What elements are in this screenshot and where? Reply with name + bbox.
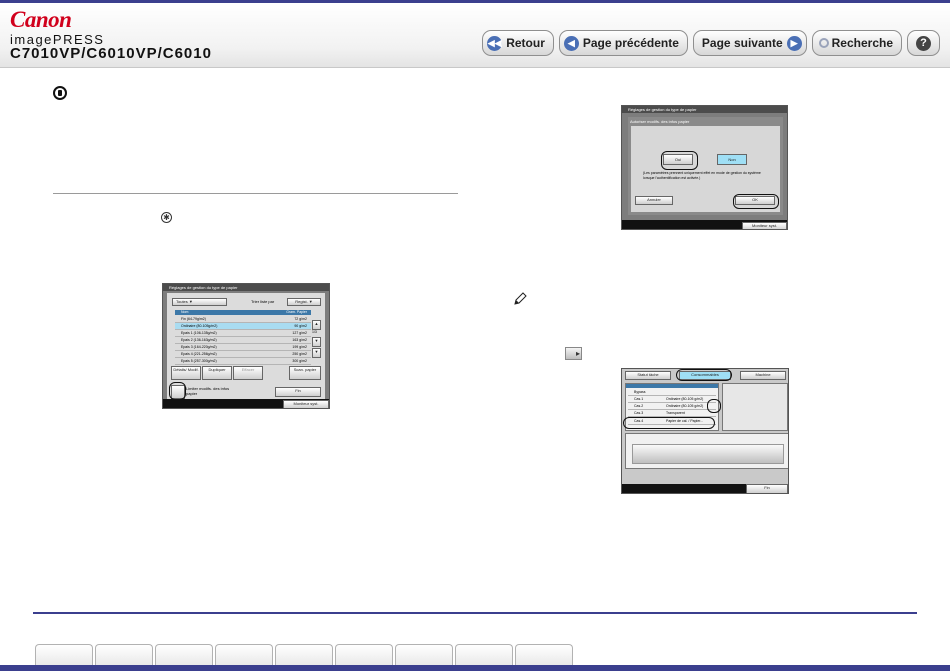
paper-type-list-screenshot: Réglages de gestion du type de papier To…	[162, 283, 330, 409]
help-icon: ?	[916, 35, 931, 51]
scroll-down-button[interactable]: ▼	[312, 337, 321, 347]
arrow-right-icon: ▶	[786, 35, 802, 51]
list-item[interactable]: Epais 5 (257-300g/m2) 300 g/m2	[175, 358, 311, 365]
restrict-edit-label: Limiter modifs. des infos papier	[186, 386, 230, 396]
details-edit-button[interactable]: Détails/ Modif.	[171, 366, 201, 380]
machine-illustration	[625, 433, 788, 469]
dialog-subtitle: Autoriser modifs. des infos papier	[630, 119, 690, 124]
help-button[interactable]: ?	[907, 30, 940, 56]
navigation-bar: ◀◀ Retour ◀ Page précédente Page suivant…	[482, 30, 940, 56]
brand-block: Canon imagePRESS C7010VP/C6010VP/C6010	[10, 7, 212, 62]
search-button[interactable]: Recherche	[811, 30, 902, 56]
levels-panel	[722, 383, 788, 431]
tab-job-status[interactable]: Statut tâche	[625, 371, 671, 380]
duplicate-button[interactable]: Dupliquer	[202, 366, 232, 380]
callout-consumables	[676, 369, 732, 381]
next-page-label: Page suivante	[701, 36, 783, 50]
allow-changes-screenshot: Réglages de gestion du type de papier Au…	[621, 105, 788, 230]
filter-dropdown[interactable]: Toutes ▼	[172, 298, 227, 306]
system-monitor-icon: ▸	[565, 347, 582, 360]
previous-page-button[interactable]: ◀ Page précédente	[558, 30, 688, 56]
cancel-button[interactable]: Annuler	[635, 196, 673, 205]
previous-page-label: Page précédente	[582, 36, 679, 50]
canon-logo: Canon	[10, 7, 72, 32]
sort-value: Regist.	[295, 299, 308, 304]
list-item[interactable]: Cas.2 Ordinaire (80-105 g/m2)	[628, 403, 716, 410]
screen-title: Réglages de gestion du type de papier	[622, 106, 787, 113]
consumables-screenshot: Statut tâche Consommables Machine Bypass…	[621, 368, 789, 494]
callout-yes	[661, 151, 698, 170]
sort-label: Trier liste par	[251, 299, 275, 304]
done-button[interactable]: Fin	[746, 484, 788, 493]
bottom-band	[0, 665, 950, 671]
done-button[interactable]: Fin	[275, 387, 321, 397]
list-item[interactable]: Bypass	[628, 389, 716, 396]
callout-scroll	[707, 399, 721, 413]
delete-button[interactable]: Effacer	[233, 366, 263, 380]
list-item[interactable]: Epais 2 (136-163g/m2) 163 g/m2	[175, 337, 311, 344]
column-grammage: Gram. Papier	[286, 310, 307, 314]
list-header: Nom Gram. Papier	[175, 310, 311, 315]
search-label: Recherche	[831, 36, 893, 50]
scroll-bottom-button[interactable]: ▼	[312, 348, 321, 358]
scan-paper-button[interactable]: Scan. papier	[289, 366, 321, 380]
callout-circle	[169, 382, 186, 400]
footer-divider	[33, 612, 917, 614]
no-button[interactable]: Non	[717, 154, 747, 165]
section-divider	[53, 193, 458, 194]
list-item[interactable]: Cas.3 Transparent	[628, 410, 716, 417]
additional-functions-icon: ✱	[161, 212, 172, 223]
magnifier-icon	[818, 38, 829, 48]
pencil-icon	[514, 292, 527, 305]
system-monitor-button[interactable]: Moniteur syst.	[742, 222, 787, 229]
note-text: (Les paramètres prennent uniquement effe…	[643, 171, 761, 180]
list-item[interactable]: Epais 3 (164-220g/m2) 199 g/m2	[175, 344, 311, 351]
header: Canon imagePRESS C7010VP/C6010VP/C6010 ◀…	[0, 3, 950, 68]
important-icon	[53, 86, 67, 100]
callout-ok	[733, 194, 779, 209]
callout-tray	[623, 417, 715, 429]
source-header	[626, 384, 718, 388]
next-page-button[interactable]: Page suivante ▶	[692, 30, 807, 56]
list-item[interactable]: Epais 4 (221-256g/m2) 250 g/m2	[175, 351, 311, 358]
list-item[interactable]: Epais 1 (106-135g/m2) 127 g/m2	[175, 330, 311, 337]
arrow-left-icon: ◀	[563, 35, 579, 51]
list-item[interactable]: Cas.1 Ordinaire (80-105 g/m2)	[628, 396, 716, 403]
sort-dropdown[interactable]: Regist. ▼	[287, 298, 321, 306]
rewind-icon: ◀◀	[487, 35, 503, 51]
page-indicator: 1/3	[312, 330, 317, 334]
tab-device[interactable]: Machine	[740, 371, 786, 380]
screen-panel: Toutes ▼ Trier liste par Regist. ▼ Nom G…	[167, 293, 325, 400]
system-monitor-button[interactable]: Moniteur syst.	[283, 400, 329, 408]
back-label: Retour	[506, 36, 545, 50]
list-item[interactable]: Fin (64-79g/m2) 72 g/m2	[175, 316, 311, 323]
model-names: C7010VP/C6010VP/C6010	[10, 45, 212, 62]
column-name: Nom	[181, 310, 189, 314]
filter-value: Toutes	[176, 299, 188, 304]
scroll-up-button[interactable]: ▲	[312, 320, 321, 330]
back-button[interactable]: ◀◀ Retour	[482, 30, 554, 56]
screen-title: Réglages de gestion du type de papier	[163, 284, 329, 291]
list-item[interactable]: Ordinaire (80-105g/m2) 90 g/m2	[175, 323, 311, 330]
